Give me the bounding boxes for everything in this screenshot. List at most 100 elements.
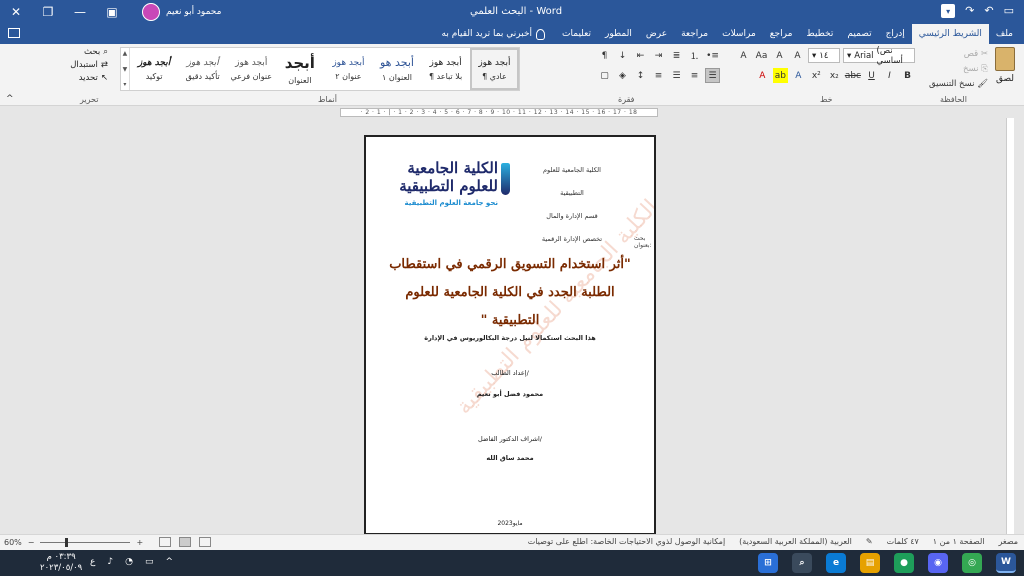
network-icon[interactable]: ◔ [125, 557, 133, 567]
align-center-icon[interactable]: ≡ [687, 68, 702, 83]
underline-icon[interactable]: U [864, 68, 879, 83]
print-layout-icon[interactable] [179, 537, 192, 547]
language-indicator[interactable]: ع [90, 557, 95, 567]
grow-font-icon[interactable]: A [790, 48, 805, 63]
redo-icon[interactable]: ↷ [965, 4, 974, 18]
tab-insert[interactable]: إدراج [879, 24, 912, 44]
tab-developer[interactable]: المطور [598, 24, 639, 44]
chevron-down-icon[interactable]: ▼ [123, 66, 128, 73]
shrink-font-icon[interactable]: A [772, 48, 787, 63]
clock[interactable]: ٠٣:٣٩ م ٢٠٢٣/٠٥/٠٩ [40, 552, 82, 574]
style-normal[interactable]: أبجد هوز ¶ عادي [469, 48, 519, 90]
avatar[interactable] [142, 3, 160, 21]
select-button[interactable]: تحديد ↖ [79, 73, 108, 83]
chevron-up-icon[interactable]: ▲ [123, 50, 128, 57]
app-icon[interactable]: ● [894, 553, 914, 573]
subscript-icon[interactable]: x₂ [827, 68, 842, 83]
replace-button[interactable]: استبدال ⇄ [70, 60, 108, 70]
tab-layout[interactable]: تخطيط [799, 24, 840, 44]
font-color-icon[interactable]: A [755, 68, 770, 83]
battery-icon[interactable]: ▭ [145, 557, 154, 567]
ribbon-display-icon[interactable]: ▣ [96, 0, 128, 24]
read-mode-icon[interactable] [199, 537, 212, 547]
restore-icon[interactable]: ❐ [32, 0, 64, 24]
bold-icon[interactable]: B [900, 68, 915, 83]
start-icon[interactable]: ⊞ [758, 553, 778, 573]
tab-review[interactable]: مراجعة [674, 24, 715, 44]
font-name-select[interactable]: ▾ Arial (نص أساسي [843, 46, 915, 66]
style-heading-1[interactable]: أبجد هو العنوان ١ [373, 48, 422, 90]
style-subtle-emphasis[interactable]: أبجد هوز تأكيد دقيق [178, 48, 227, 90]
style-title[interactable]: أبجد العنوان [276, 48, 325, 90]
decrease-indent-icon[interactable]: ⇤ [633, 48, 648, 63]
focus-status[interactable]: مصغر [999, 537, 1019, 546]
sort-icon[interactable]: ↓ [615, 48, 630, 63]
justify-icon[interactable]: ≡ [651, 68, 666, 83]
account-area[interactable]: محمود أبو نعيم [142, 3, 221, 21]
paste-button[interactable]: لصق [992, 47, 1018, 84]
page-count[interactable]: الصفحة ١ من ١ [933, 537, 985, 546]
strikethrough-icon[interactable]: abc [845, 68, 861, 83]
word-icon[interactable]: W [996, 553, 1016, 573]
collapse-ribbon-icon[interactable]: ^ [6, 94, 14, 104]
paragraph-mark-icon[interactable]: ¶ [597, 48, 612, 63]
font-size-select[interactable]: ▾ ١٤ [808, 48, 840, 63]
chrome-icon[interactable]: ◎ [962, 553, 982, 573]
find-button[interactable]: بحث ⌕ [84, 47, 108, 57]
zoom-thumb[interactable] [64, 537, 68, 547]
file-explorer-icon[interactable]: ▤ [860, 553, 880, 573]
format-painter-button[interactable]: نسخ التنسيق 🖌 [929, 79, 988, 89]
accessibility-status[interactable]: إمكانية الوصول لذوي الاحتياجات الخاصة: ا… [528, 537, 725, 546]
style-no-spacing[interactable]: أبجد هوز ¶ بلا تباعد [421, 48, 470, 90]
tab-home[interactable]: الشريط الرئيسي [911, 24, 989, 44]
change-case-icon[interactable]: Aa [754, 48, 769, 63]
multilevel-list-icon[interactable]: ≣ [669, 48, 684, 63]
highlight-icon[interactable]: ab [772, 68, 788, 83]
shading-icon[interactable]: ◈ [615, 68, 630, 83]
qat-customize-icon[interactable]: ▾ [941, 4, 956, 18]
superscript-icon[interactable]: x² [809, 68, 824, 83]
clear-format-icon[interactable]: A [736, 48, 751, 63]
vertical-ruler[interactable] [1006, 118, 1014, 534]
align-right-icon[interactable]: ☰ [705, 68, 720, 83]
tell-me-box[interactable]: أخبرني بما تريد القيام به [432, 28, 556, 40]
document-page[interactable]: الكلية الجامعية للعلوم التطبيقية نحو جام… [364, 135, 656, 535]
tab-help[interactable]: تعليمات [555, 24, 598, 44]
italic-icon[interactable]: I [882, 68, 897, 83]
edge-icon[interactable]: e [826, 553, 846, 573]
text-effects-icon[interactable]: A [791, 68, 806, 83]
comments-icon[interactable] [8, 28, 20, 38]
style-emphasis[interactable]: أبجد هوز توكيد [130, 48, 179, 90]
volume-icon[interactable]: ♪ [107, 557, 113, 567]
increase-indent-icon[interactable]: ⇥ [651, 48, 666, 63]
close-icon[interactable]: ✕ [0, 0, 32, 24]
proofing-icon[interactable]: ✎ [866, 537, 873, 546]
gallery-scroll[interactable]: ▲ ▼ ▾ [121, 48, 130, 90]
align-left-icon[interactable]: ☰ [669, 68, 684, 83]
bullets-icon[interactable]: •≡ [705, 48, 720, 63]
zoom-level[interactable]: 60% [4, 538, 22, 547]
language-status[interactable]: العربية (المملكة العربية السعودية) [739, 537, 852, 546]
copy-button[interactable]: نسخ ⎘ [963, 64, 988, 74]
vertical-scrollbar[interactable] [1014, 118, 1024, 534]
tell-me-label[interactable]: أخبرني بما تريد القيام به [442, 29, 533, 39]
borders-icon[interactable]: ▢ [597, 68, 612, 83]
save-icon[interactable]: ▭ [1004, 4, 1014, 18]
zoom-out-icon[interactable]: − [28, 538, 35, 547]
word-count[interactable]: ٤٧ كلمات [887, 537, 919, 546]
tab-mailings[interactable]: مراسلات [715, 24, 763, 44]
user-name[interactable]: محمود أبو نعيم [166, 7, 221, 17]
tab-design[interactable]: تصميم [840, 24, 878, 44]
style-heading-2[interactable]: أبجد هوز عنوان ٢ [324, 48, 373, 90]
web-layout-icon[interactable] [159, 537, 172, 547]
tab-references[interactable]: مراجع [763, 24, 800, 44]
style-subtitle[interactable]: أبجد هوز عنوان فرعي [227, 48, 276, 90]
gallery-more-icon[interactable]: ▾ [123, 81, 126, 88]
undo-icon[interactable]: ↶ [984, 4, 993, 18]
minimize-icon[interactable]: — [64, 0, 96, 24]
numbering-icon[interactable]: ⒈ [687, 48, 702, 63]
tab-file[interactable]: ملف [989, 24, 1020, 44]
search-icon[interactable]: ⌕ [792, 553, 812, 573]
cut-button[interactable]: قص ✂ [964, 49, 988, 59]
tab-view[interactable]: عرض [639, 24, 674, 44]
